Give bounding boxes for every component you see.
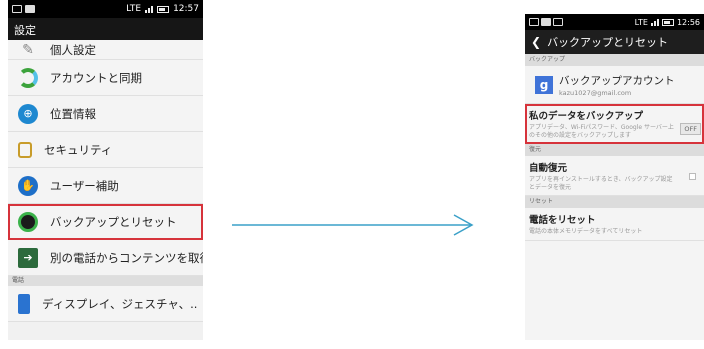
- settings-item-label: ユーザー補助: [50, 178, 119, 193]
- settings-item-label: 位置情報: [50, 106, 96, 121]
- backup-my-data-title: 私のデータをバックアップ: [529, 111, 644, 122]
- display-icon: [18, 293, 30, 314]
- backup-toggle[interactable]: OFF: [680, 123, 701, 135]
- notification-icon: [541, 18, 551, 26]
- personal-settings-icon: ✎: [22, 41, 34, 58]
- section-header-phone: 電話: [8, 276, 203, 286]
- google-icon: g: [535, 75, 553, 94]
- section-header-backup: バックアップ: [525, 54, 704, 66]
- backup-my-data-item[interactable]: 私のデータをバックアップ アプリデータ、Wi-Fiパスワード、Google サー…: [525, 104, 704, 144]
- settings-item-label: ディスプレイ、ジェスチャ、..: [42, 296, 198, 311]
- sync-icon: [18, 67, 38, 88]
- settings-item-label: 個人設定: [50, 42, 96, 57]
- backup-my-data-description: アプリデータ、Wi-Fiパスワード、Google サーバー上のその他の設定をバッ…: [529, 124, 674, 139]
- signal-icon: [650, 18, 659, 26]
- backup-reset-screen: LTE 12:56 ❮ バックアップとリセット バックアップ g バックアップア…: [525, 14, 704, 340]
- settings-item-label: 別の電話からコンテンツを取得: [50, 250, 203, 265]
- battery-icon: [157, 5, 170, 13]
- backup-account-email: kazu1027@gmail.com: [559, 88, 632, 97]
- location-icon: ⊕: [18, 103, 38, 124]
- lock-icon: [18, 141, 32, 158]
- notification-icon: [25, 5, 35, 13]
- settings-item-accounts-sync[interactable]: アカウントと同期: [8, 60, 203, 96]
- settings-item-accessibility[interactable]: ✋ ユーザー補助: [8, 168, 203, 204]
- backup-icon: [18, 211, 38, 232]
- section-header-reset: リセット: [525, 196, 704, 208]
- status-time: 12:56: [676, 17, 700, 27]
- factory-reset-item[interactable]: 電話をリセット 電話の本体メモリデータをすべてリセット: [525, 208, 704, 241]
- settings-item-transfer[interactable]: ➔ 別の電話からコンテンツを取得: [8, 240, 203, 276]
- settings-screen: LTE 12:57 設定 ✎ 個人設定 アカウントと同期 ⊕ 位置情報 セキュリ…: [8, 0, 203, 340]
- auto-restore-title: 自動復元: [529, 163, 568, 174]
- backup-account-item[interactable]: g バックアップアカウント kazu1027@gmail.com: [525, 66, 704, 104]
- auto-restore-checkbox[interactable]: [689, 173, 696, 180]
- factory-reset-description: 電話の本体メモリデータをすべてリセット: [529, 228, 643, 235]
- settings-item-personal[interactable]: ✎ 個人設定: [8, 40, 203, 60]
- title-bar: ❮ バックアップとリセット: [525, 30, 704, 54]
- status-time: 12:57: [173, 4, 199, 14]
- arrow-right-icon: [232, 214, 474, 236]
- settings-item-display[interactable]: ディスプレイ、ジェスチャ、..: [8, 286, 203, 322]
- settings-item-location[interactable]: ⊕ 位置情報: [8, 96, 203, 132]
- settings-item-label: アカウントと同期: [50, 70, 142, 85]
- accessibility-icon: ✋: [18, 175, 38, 196]
- mail-icon: [553, 18, 563, 26]
- section-header-restore: 復元: [525, 144, 704, 156]
- signal-icon: [145, 5, 154, 13]
- battery-icon: [661, 18, 674, 26]
- settings-item-security[interactable]: セキュリティ: [8, 132, 203, 168]
- backup-account-title: バックアップアカウント: [559, 74, 675, 87]
- settings-item-label: セキュリティ: [44, 142, 113, 157]
- settings-list: ✎ 個人設定 アカウントと同期 ⊕ 位置情報 セキュリティ ✋ ユーザー補助 バ…: [8, 40, 203, 322]
- page-title: バックアップとリセット: [547, 36, 669, 49]
- auto-restore-description: アプリを再インストールするとき、バックアップ設定とデータを復元: [529, 176, 673, 191]
- network-label: LTE: [126, 4, 142, 14]
- notification-icon: [529, 18, 539, 26]
- notification-icon: [12, 5, 22, 13]
- auto-restore-item[interactable]: 自動復元 アプリを再インストールするとき、バックアップ設定とデータを復元: [525, 156, 704, 196]
- factory-reset-title: 電話をリセット: [529, 215, 596, 226]
- settings-item-label: バックアップとリセット: [50, 214, 177, 229]
- status-bar: LTE 12:57: [8, 0, 203, 18]
- status-bar: LTE 12:56: [525, 14, 704, 30]
- page-title: 設定: [8, 18, 203, 42]
- back-icon[interactable]: ❮: [531, 35, 541, 49]
- settings-item-backup-reset[interactable]: バックアップとリセット: [8, 204, 203, 240]
- network-label: LTE: [634, 17, 648, 27]
- transfer-icon: ➔: [18, 247, 38, 268]
